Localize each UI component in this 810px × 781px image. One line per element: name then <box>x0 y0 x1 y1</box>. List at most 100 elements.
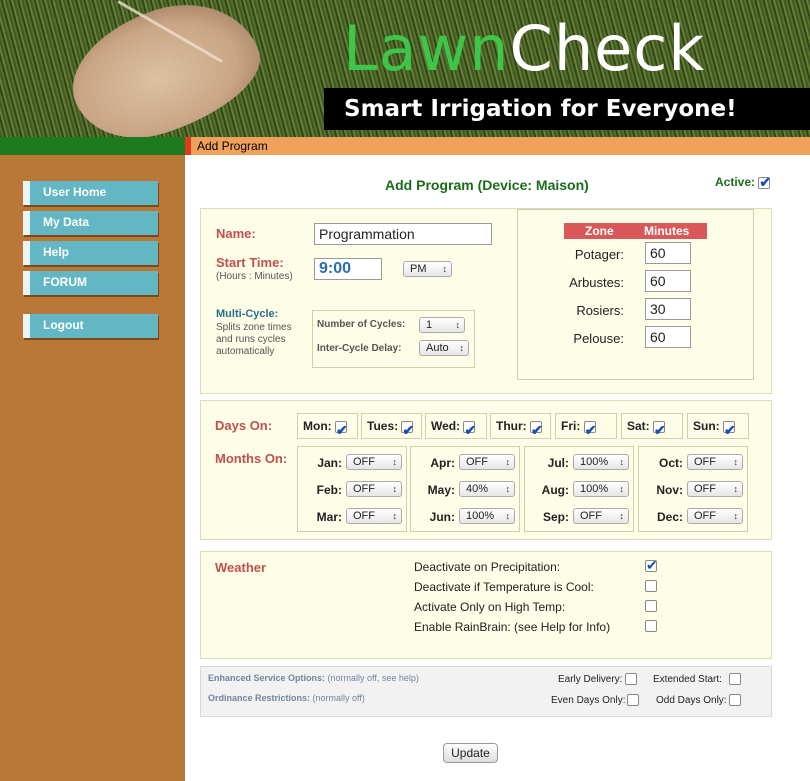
month-row: Jul: 100% <box>525 454 635 472</box>
weather-option-label: Deactivate on Precipitation: <box>414 560 561 574</box>
day-label: Tues: <box>367 419 399 433</box>
multicycle-desc: Splits zone times and runs cycles automa… <box>216 322 292 358</box>
weather-panel: Weather Deactivate on Precipitation: Dea… <box>200 551 772 659</box>
precipitation-checkbox[interactable] <box>645 557 658 574</box>
zone-name: Arbustes: <box>569 275 624 290</box>
sidebar: User Home My Data Help FORUM Logout <box>0 155 185 781</box>
cycles-label: Number of Cycles: <box>317 319 406 330</box>
month-select[interactable]: OFF <box>687 481 743 497</box>
month-select[interactable]: OFF <box>459 454 515 470</box>
day-checkbox[interactable] <box>723 418 736 442</box>
extended-start-checkbox[interactable] <box>729 673 741 685</box>
month-row: Oct: OFF <box>639 454 749 472</box>
logo-lawn: Lawn <box>343 12 510 85</box>
month-label: Feb: <box>316 483 342 497</box>
weather-option-label: Activate Only on High Temp: <box>414 600 566 614</box>
ordinance-label: Ordinance Restrictions: (normally off) <box>208 693 365 703</box>
sidebar-item-help[interactable]: Help <box>23 241 158 265</box>
ampm-select[interactable]: PM <box>403 261 452 277</box>
even-days-checkbox[interactable] <box>627 694 639 706</box>
day-checkbox[interactable] <box>335 418 348 442</box>
sidebar-item-my-data[interactable]: My Data <box>23 211 158 235</box>
early-delivery-label: Early Delivery: <box>558 674 623 685</box>
month-label: Sep: <box>542 510 569 524</box>
month-row: Jan: OFF <box>298 454 408 472</box>
month-label: Jan: <box>317 456 342 470</box>
zone-minutes-input[interactable]: 30 <box>645 298 691 320</box>
zone-minutes-input[interactable]: 60 <box>645 270 691 292</box>
day-checkbox[interactable] <box>401 418 414 442</box>
month-select[interactable]: 40% <box>459 481 515 497</box>
logo-check: Check <box>509 12 706 85</box>
day-fri[interactable]: Fri: <box>555 413 617 442</box>
sidebar-item-forum[interactable]: FORUM <box>23 271 158 295</box>
day-checkbox[interactable] <box>530 418 543 442</box>
update-button[interactable]: Update <box>443 743 498 763</box>
month-select[interactable]: OFF <box>346 454 402 470</box>
month-label: Jun: <box>429 510 455 524</box>
cool-temp-checkbox[interactable] <box>645 580 657 592</box>
day-checkbox[interactable] <box>653 418 666 442</box>
month-select[interactable]: OFF <box>687 454 743 470</box>
page-title: Add Program (Device: Maison) <box>385 177 589 193</box>
strip-green <box>0 137 185 155</box>
enhanced-service-title: Enhanced Service Options: <box>208 673 326 683</box>
day-tues[interactable]: Tues: <box>361 413 422 442</box>
days-row: Mon: Tues: Wed: Thur: Fri: Sat: Sun: <box>297 413 757 442</box>
cycles-select[interactable]: 1 <box>419 317 465 333</box>
month-row: Apr: OFF <box>411 454 521 472</box>
day-wed[interactable]: Wed: <box>425 413 487 442</box>
day-checkbox[interactable] <box>463 418 476 442</box>
delay-select[interactable]: Auto <box>419 340 469 356</box>
day-mon[interactable]: Mon: <box>297 413 358 442</box>
name-input[interactable]: Programmation <box>314 223 492 245</box>
multicycle-label: Multi-Cycle: <box>216 308 279 320</box>
month-row: Dec: OFF <box>639 508 749 526</box>
start-time-input[interactable]: 9:00 <box>314 258 382 280</box>
weather-option-label: Enable RainBrain: (see Help for Info) <box>414 620 611 634</box>
odd-days-checkbox[interactable] <box>729 694 741 706</box>
zone-row: Pelouse: 60 <box>518 326 754 354</box>
zone-name: Potager: <box>574 247 624 262</box>
zone-row: Arbustes: 60 <box>518 270 754 298</box>
month-row: Aug: 100% <box>525 481 635 499</box>
multicycle-box: Number of Cycles: 1 Inter-Cycle Delay: A… <box>312 310 475 368</box>
day-label: Sun: <box>693 419 720 433</box>
day-sun[interactable]: Sun: <box>687 413 749 442</box>
month-select[interactable]: OFF <box>346 481 402 497</box>
month-label: Aug: <box>541 483 569 497</box>
delay-label: Inter-Cycle Delay: <box>317 343 402 354</box>
sidebar-item-logout[interactable]: Logout <box>23 314 158 338</box>
early-delivery-checkbox[interactable] <box>625 673 637 685</box>
month-label: Nov: <box>656 483 683 497</box>
active-toggle[interactable]: Active: <box>715 174 771 191</box>
extended-start-label: Extended Start: <box>653 674 722 685</box>
month-select[interactable]: OFF <box>573 508 629 524</box>
rainbrain-checkbox[interactable] <box>645 620 657 632</box>
multicycle-desc-line-2: and runs cycles <box>216 334 286 345</box>
month-select[interactable]: OFF <box>346 508 402 524</box>
month-row: Feb: OFF <box>298 481 408 499</box>
high-temp-checkbox[interactable] <box>645 600 657 612</box>
zone-minutes-input[interactable]: 60 <box>645 326 691 348</box>
zone-minutes-input[interactable]: 60 <box>645 242 691 264</box>
months-label: Months On: <box>215 451 288 466</box>
active-checkbox[interactable] <box>758 174 771 191</box>
month-select[interactable]: OFF <box>687 508 743 524</box>
month-label: Jul: <box>547 456 569 470</box>
day-label: Fri: <box>561 419 581 433</box>
sidebar-item-user-home[interactable]: User Home <box>23 181 158 205</box>
even-days-label: Even Days Only: <box>551 695 626 706</box>
month-select[interactable]: 100% <box>459 508 515 524</box>
start-time-label: Start Time: <box>216 255 284 270</box>
day-thur[interactable]: Thur: <box>490 413 551 442</box>
zone-row: Potager: 60 <box>518 242 754 270</box>
day-checkbox[interactable] <box>583 418 596 442</box>
month-row: May: 40% <box>411 481 521 499</box>
zones-box: Zone Minutes Potager: 60 Arbustes: 60 Ro… <box>517 209 754 380</box>
month-select[interactable]: 100% <box>573 481 629 497</box>
month-select[interactable]: 100% <box>573 454 629 470</box>
zone-name: Pelouse: <box>573 331 624 346</box>
day-sat[interactable]: Sat: <box>621 413 683 442</box>
weather-label: Weather <box>215 560 267 575</box>
